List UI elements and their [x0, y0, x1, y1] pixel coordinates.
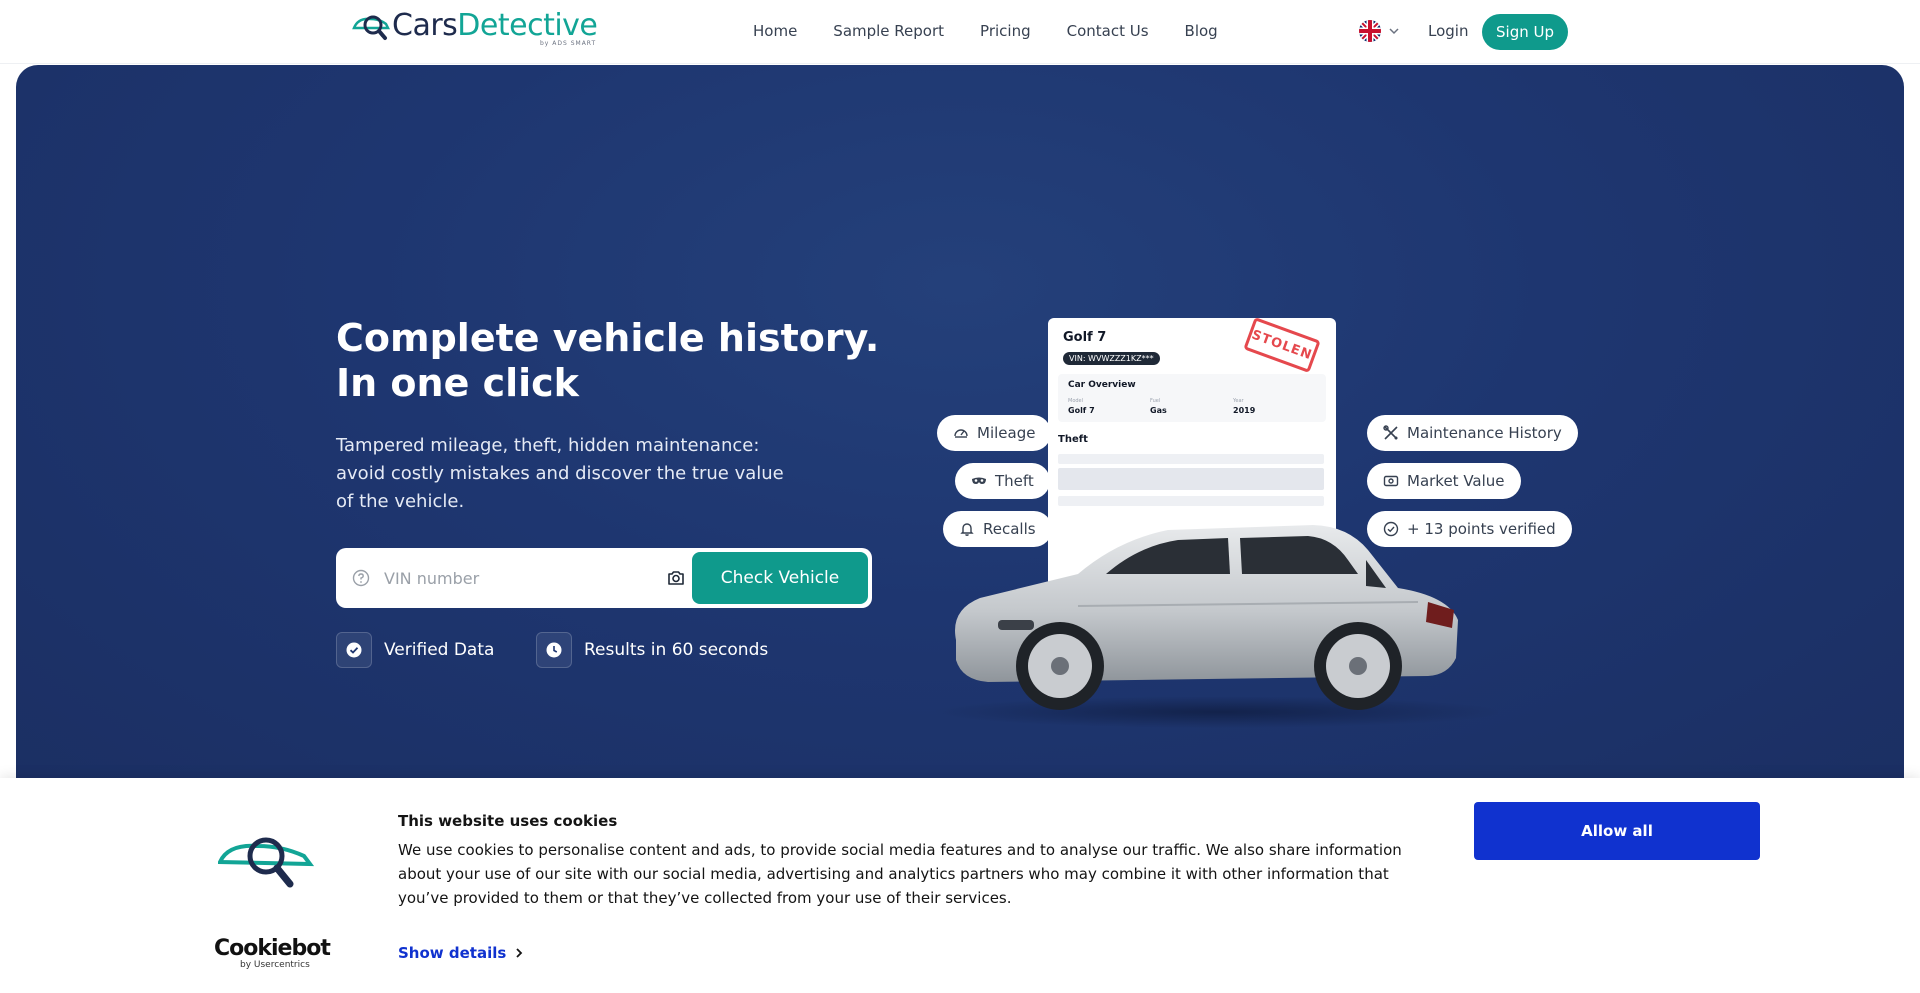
logo-text-detective: Detective — [457, 8, 598, 43]
allow-all-button[interactable]: Allow all — [1474, 802, 1760, 860]
login-link[interactable]: Login — [1428, 22, 1468, 40]
logo[interactable]: CarsDetective by ADS SMART — [352, 8, 598, 47]
show-details-link[interactable]: Show details — [398, 944, 524, 962]
check-vehicle-button[interactable]: Check Vehicle — [692, 552, 868, 604]
feature-pill-label: Mileage — [977, 424, 1036, 442]
nav-pricing[interactable]: Pricing — [980, 22, 1031, 40]
badge-verified-data-label: Verified Data — [384, 640, 495, 660]
logo-subtitle: by ADS SMART — [540, 40, 597, 47]
uk-flag-icon — [1359, 20, 1381, 42]
feature-pill-mileage: Mileage — [937, 415, 1052, 451]
site-header: CarsDetective by ADS SMART Home Sample R… — [0, 0, 1920, 64]
report-placeholder-bar — [1058, 454, 1324, 464]
cookiebot-brand-name: Cookiebot — [214, 936, 331, 961]
badge-results-time: Results in 60 seconds — [536, 632, 768, 668]
badge-verified-data: Verified Data — [336, 632, 494, 668]
report-overview: Car Overview Model Fuel Year Golf 7 Gas … — [1058, 374, 1326, 422]
vin-search-form: Check Vehicle — [336, 548, 872, 608]
overview-value-fuel: Gas — [1150, 406, 1167, 415]
hero-headline: Complete vehicle history. In one click — [336, 316, 896, 406]
nav-sample-report[interactable]: Sample Report — [833, 22, 944, 40]
carsdetective-logo-icon — [218, 837, 314, 888]
feature-pill-maintenance-history: Maintenance History — [1367, 415, 1578, 451]
chevron-right-icon — [516, 948, 523, 958]
report-overview-title: Car Overview — [1068, 380, 1136, 390]
nav-home[interactable]: Home — [753, 22, 797, 40]
cookie-title: This website uses cookies — [398, 812, 618, 830]
nav-contact-us[interactable]: Contact Us — [1067, 22, 1149, 40]
cookiebot-brand: Cookiebot by Usercentrics — [214, 936, 331, 971]
cookiebot-brand-sub: by Usercentrics — [240, 960, 310, 970]
help-circle-icon[interactable] — [352, 569, 370, 587]
check-circle-icon — [346, 642, 362, 658]
car-illustration — [933, 525, 1498, 728]
overview-value-model: Golf 7 — [1068, 406, 1095, 415]
overview-label-fuel: Fuel — [1150, 398, 1161, 404]
badge-results-time-label: Results in 60 seconds — [584, 640, 769, 660]
nav-blog[interactable]: Blog — [1185, 22, 1218, 40]
feature-pill-label: Maintenance History — [1407, 424, 1562, 442]
tools-icon — [1383, 425, 1398, 440]
chevron-down-icon — [1389, 28, 1399, 35]
report-theft-title: Theft — [1058, 434, 1088, 445]
report-model: Golf 7 — [1063, 330, 1107, 345]
car-magnifier-logo-icon — [352, 15, 391, 40]
show-details-label: Show details — [398, 944, 507, 962]
hero-headline-line2: In one click — [336, 361, 579, 405]
hero-headline-line1: Complete vehicle history. — [336, 316, 880, 360]
cookie-banner: Cookiebot by Usercentrics This website u… — [0, 778, 1920, 993]
signup-button[interactable]: Sign Up — [1482, 14, 1568, 50]
overview-label-model: Model — [1068, 398, 1084, 404]
report-vin: VIN: WVWZZZ1KZ*** — [1063, 352, 1160, 365]
hero-subtext: Tampered mileage, theft, hidden maintena… — [336, 435, 784, 512]
language-selector[interactable] — [1358, 19, 1400, 43]
logo-text-cars: Cars — [392, 8, 458, 43]
speedometer-icon — [954, 429, 968, 438]
clock-icon — [546, 642, 562, 658]
overview-label-year: Year — [1233, 398, 1244, 404]
cookie-text: We use cookies to personalise content an… — [398, 841, 1402, 907]
camera-icon[interactable] — [666, 568, 686, 588]
vin-input[interactable] — [384, 562, 644, 594]
main-nav: Home Sample Report Pricing Contact Us Bl… — [753, 22, 1218, 40]
overview-value-year: 2019 — [1233, 406, 1256, 415]
